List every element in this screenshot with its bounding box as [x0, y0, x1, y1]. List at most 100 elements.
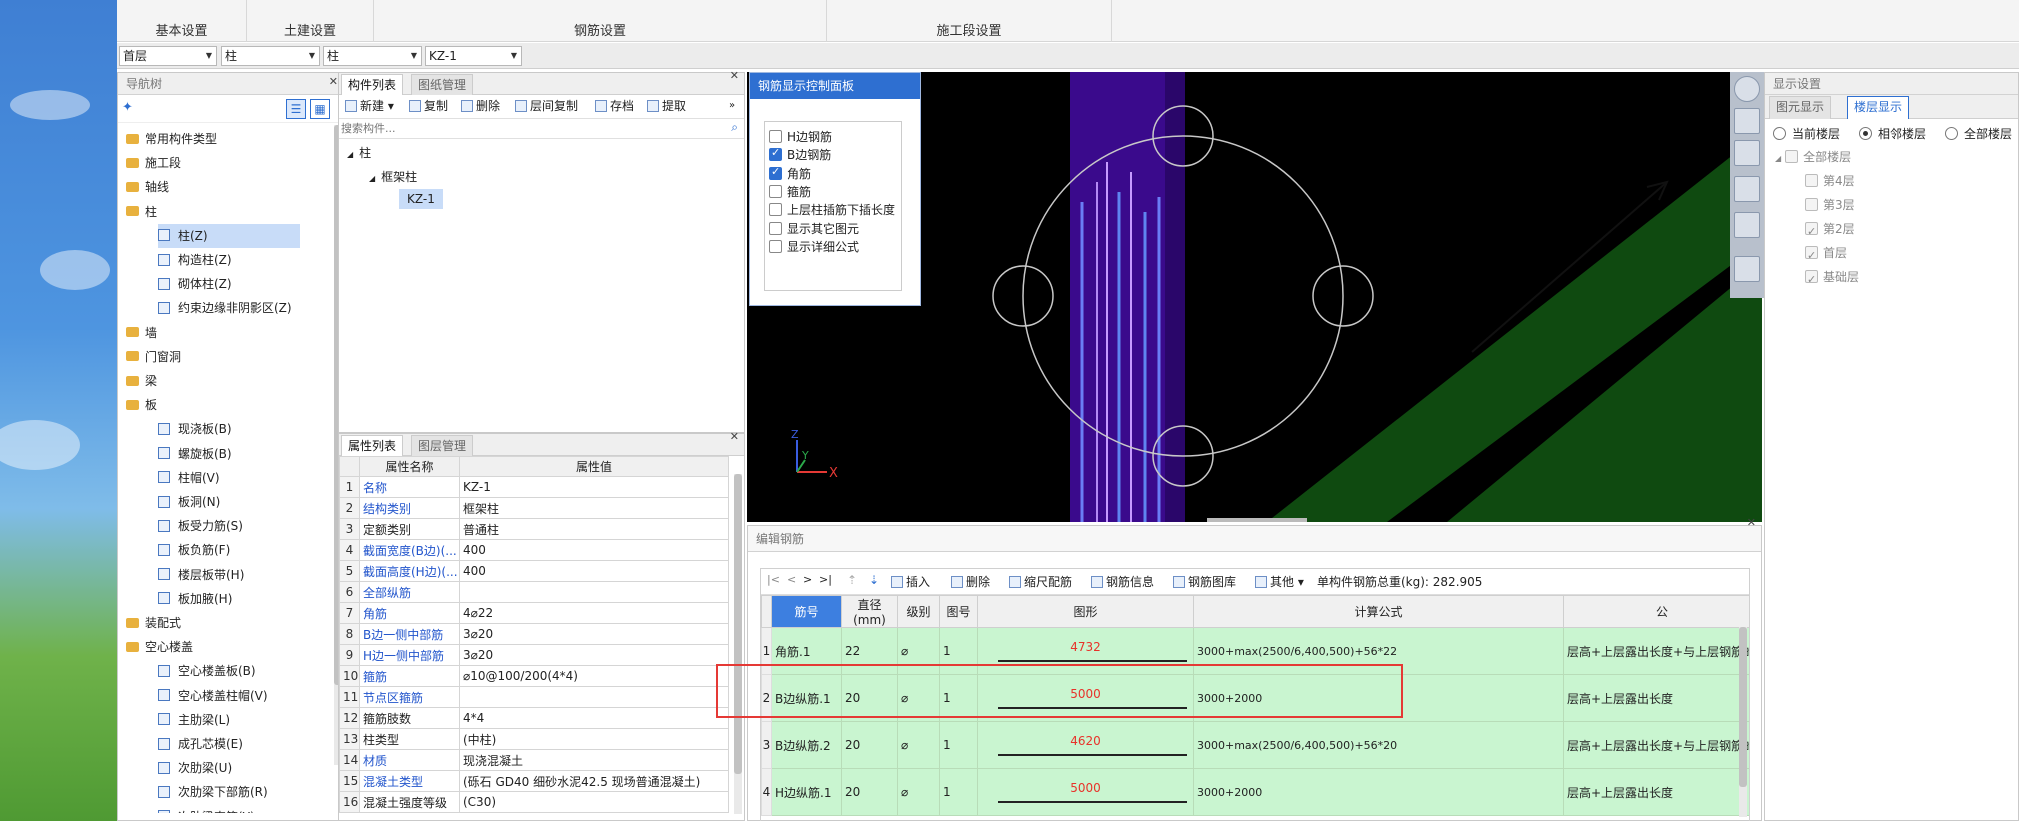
tab-component-list[interactable]: 构件列表: [341, 74, 404, 95]
rebar-diameter-cell[interactable]: 20: [841, 721, 898, 769]
property-value[interactable]: 现浇混凝土: [459, 749, 729, 771]
rebar-row[interactable]: 3 B边纵筋.2 20 ⌀ 1 4620 3000+max(2500/6,400,500)+…: [761, 721, 1749, 769]
close-icon[interactable]: ✕: [730, 67, 739, 85]
rebar-option[interactable]: 角筋: [769, 165, 811, 182]
grid-view-icon[interactable]: ▦: [310, 99, 330, 119]
more-chevron-icon[interactable]: »: [729, 95, 735, 117]
nav-item[interactable]: 砌体柱(Z): [158, 272, 232, 296]
floor-item[interactable]: 基础层: [1805, 265, 1859, 292]
property-row[interactable]: 12 箍筋肢数 4*4: [339, 707, 729, 729]
rebar-shape-cell[interactable]: 4620: [977, 721, 1194, 769]
rebar-row[interactable]: 4 H边纵筋.1 20 ⌀ 1 5000 3000+2000 层高+上层露出长度: [761, 768, 1749, 816]
nav-item[interactable]: 空心楼盖: [126, 635, 193, 659]
property-row[interactable]: 11 节点区箍筋: [339, 686, 729, 708]
rebar-desc-cell[interactable]: 层高+上层露出长度: [1563, 768, 1749, 816]
property-row[interactable]: 16 混凝土强度等级 (C30): [339, 791, 729, 813]
property-value[interactable]: 4⌀22: [459, 602, 729, 624]
rebar-desc-cell[interactable]: 层高+上层露出长度+与上层钢筋的搭: [1563, 721, 1749, 769]
rebar-header-formula[interactable]: 计算公式: [1193, 595, 1564, 628]
scale-rebar-button[interactable]: 缩尺配筋: [1009, 571, 1072, 593]
ribbon-group-construction[interactable]: 施工段设置: [827, 0, 1112, 42]
3d-box-icon[interactable]: [1734, 176, 1760, 202]
move-up-icon[interactable]: ⇡: [847, 573, 857, 587]
property-value[interactable]: (砾石 GD40 细砂水泥42.5 现场普通混凝土): [459, 770, 729, 792]
property-scroll-thumb[interactable]: [734, 474, 742, 774]
nav-item[interactable]: 板受力筋(S): [158, 514, 243, 538]
nav-item[interactable]: 空心楼盖板(B): [158, 659, 256, 683]
list-view-icon[interactable]: ☰: [286, 99, 306, 119]
checkbox-icon[interactable]: [1805, 268, 1818, 292]
floor-all-item[interactable]: ◢ 全部楼层: [1775, 145, 1851, 169]
archive-button[interactable]: 存档: [595, 95, 634, 117]
insert-button[interactable]: 插入: [891, 571, 930, 593]
nav-item[interactable]: 板: [126, 393, 157, 417]
grid-layout-icon[interactable]: [1734, 256, 1760, 282]
rebar-formula-cell[interactable]: 3000+max(2500/6,400,500)+56*20: [1193, 721, 1564, 769]
nav-item[interactable]: 柱(Z): [158, 223, 300, 248]
tree-node-kz1[interactable]: KZ-1: [399, 189, 443, 209]
rebar-header-grade[interactable]: 级别: [897, 595, 940, 628]
nav-item[interactable]: 柱: [126, 200, 157, 224]
close-icon[interactable]: ✕: [1747, 514, 1756, 532]
checkbox-icon[interactable]: [1805, 198, 1818, 211]
nav-item[interactable]: 现浇板(B): [158, 417, 232, 441]
property-value[interactable]: (C30): [459, 791, 729, 813]
tab-drawing-manager[interactable]: 图纸管理: [411, 74, 474, 95]
zoom-level-icon[interactable]: [1734, 108, 1760, 134]
nav-item[interactable]: 成孔芯模(E): [158, 732, 243, 756]
property-value[interactable]: [459, 686, 729, 708]
nav-item[interactable]: 板负筋(F): [158, 538, 230, 562]
other-button[interactable]: 其他 ▾: [1255, 571, 1304, 593]
nav-item[interactable]: 装配式: [126, 611, 181, 635]
nav-item[interactable]: 施工段: [126, 151, 181, 175]
nav-prev-icon[interactable]: <: [787, 573, 796, 586]
property-value[interactable]: 400: [459, 560, 729, 582]
nav-item[interactable]: 空心楼盖柱帽(V): [158, 684, 268, 708]
nav-item[interactable]: 墙: [126, 321, 157, 345]
property-row[interactable]: 5 截面高度(H边)(... 400: [339, 560, 729, 582]
rebar-scrollbar[interactable]: [1739, 627, 1747, 817]
radio-adjacent-floor[interactable]: 相邻楼层: [1859, 125, 1926, 142]
floor-select[interactable]: 首层 ▼: [119, 46, 217, 66]
rebar-option[interactable]: H边钢筋: [769, 128, 832, 145]
viewport-splitter[interactable]: [1207, 518, 1307, 522]
rebar-fig-cell[interactable]: 1: [939, 768, 978, 816]
nav-item[interactable]: 次肋梁直筋(Y): [158, 805, 255, 813]
checkbox-icon[interactable]: [769, 239, 782, 253]
nav-last-icon[interactable]: >|: [819, 573, 832, 586]
rebar-header-desc[interactable]: 公: [1563, 595, 1749, 628]
property-row[interactable]: 8 B边一侧中部筋 3⌀20: [339, 623, 729, 645]
property-row[interactable]: 2 结构类别 框架柱: [339, 497, 729, 519]
rebar-library-button[interactable]: 钢筋图库: [1173, 571, 1236, 593]
orbit-icon[interactable]: [1734, 76, 1760, 102]
new-button[interactable]: 新建 ▾: [345, 95, 394, 117]
ribbon-group-civil[interactable]: 土建设置: [247, 0, 374, 42]
type-select-2[interactable]: 柱 ▼: [323, 46, 422, 66]
property-value[interactable]: ⌀10@100/200(4*4): [459, 665, 729, 687]
component-search-input[interactable]: [341, 120, 721, 137]
nav-item[interactable]: 板洞(N): [158, 490, 220, 514]
property-row[interactable]: 9 H边一侧中部筋 3⌀20: [339, 644, 729, 666]
rebar-desc-cell[interactable]: 层高+上层露出长度+与上层钢筋的搭: [1563, 627, 1749, 675]
checkbox-icon[interactable]: [769, 184, 782, 198]
tab-element-display[interactable]: 图元显示: [1769, 96, 1832, 119]
move-down-icon[interactable]: ⇣: [869, 573, 879, 587]
nav-item[interactable]: 柱帽(V): [158, 466, 220, 490]
nav-first-icon[interactable]: |<: [767, 573, 780, 586]
sparkle-icon[interactable]: ✦: [122, 100, 133, 115]
checkbox-icon[interactable]: [769, 130, 782, 143]
floor-item[interactable]: 第2层: [1805, 217, 1855, 244]
rebar-grade-cell[interactable]: ⌀: [897, 721, 940, 769]
rebar-header-shape[interactable]: 图形: [977, 595, 1194, 628]
tab-property-list[interactable]: 属性列表: [341, 435, 404, 456]
property-value[interactable]: 普通柱: [459, 518, 729, 540]
nav-item[interactable]: 门窗洞: [126, 345, 181, 369]
component-select[interactable]: KZ-1 ▼: [425, 46, 522, 66]
rebar-diameter-cell[interactable]: 20: [841, 768, 898, 816]
property-value[interactable]: 3⌀20: [459, 644, 729, 666]
nav-item[interactable]: 板加腋(H): [158, 587, 232, 611]
property-value[interactable]: 400: [459, 539, 729, 561]
property-row[interactable]: 6 全部纵筋: [339, 581, 729, 603]
rebar-option[interactable]: 箍筋: [769, 183, 811, 200]
property-row[interactable]: 7 角筋 4⌀22: [339, 602, 729, 624]
